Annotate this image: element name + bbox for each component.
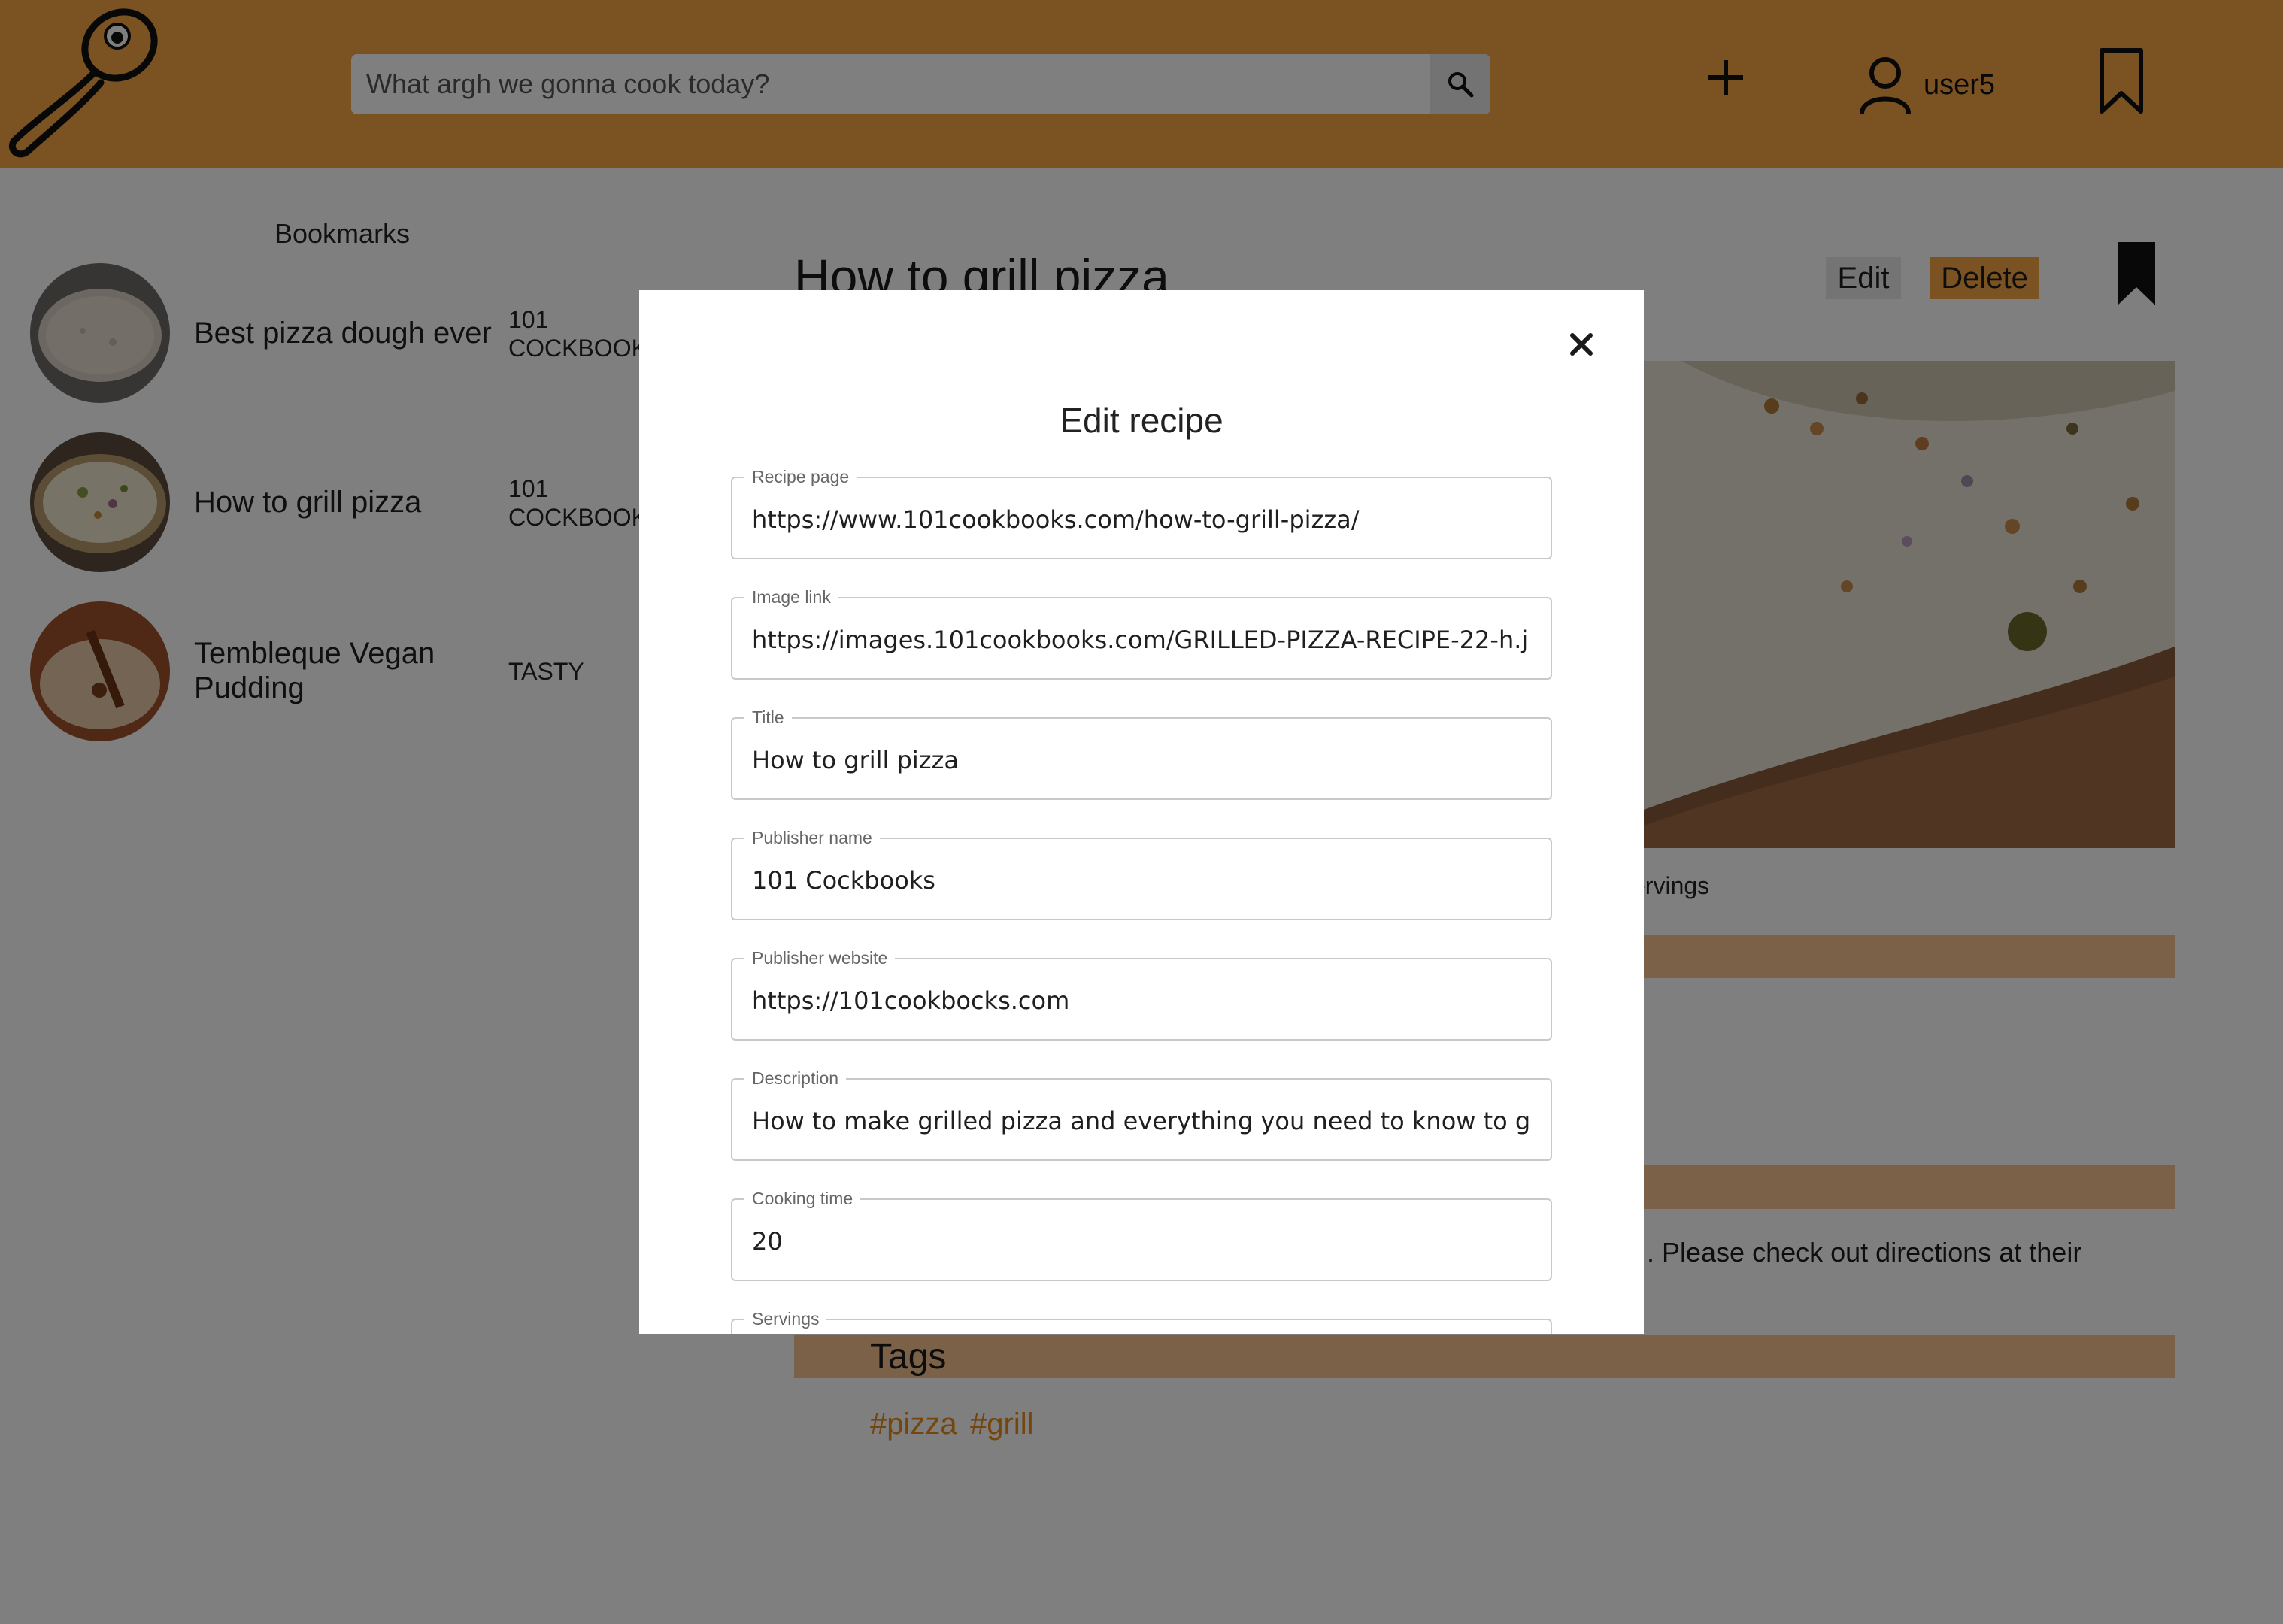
cooking-time-field: Cooking time xyxy=(731,1188,1552,1281)
modal-title: Edit recipe xyxy=(1060,401,1223,440)
title-field: Title xyxy=(731,707,1552,800)
field-label: Publisher name xyxy=(744,827,880,848)
publisher-website-input[interactable] xyxy=(752,985,1530,1017)
description-input[interactable] xyxy=(752,1105,1530,1137)
recipe-page-input[interactable] xyxy=(752,504,1530,535)
field-label: Recipe page xyxy=(744,466,857,487)
servings-field: Servings xyxy=(731,1308,1552,1334)
field-label: Cooking time xyxy=(744,1188,861,1209)
edit-recipe-modal: Edit recipe Recipe page Image link Title… xyxy=(639,290,1644,1334)
image-link-field: Image link xyxy=(731,586,1552,680)
field-label: Publisher website xyxy=(744,947,896,968)
publisher-name-input[interactable] xyxy=(752,865,1530,896)
field-label: Title xyxy=(744,707,792,728)
description-field: Description xyxy=(731,1068,1552,1161)
field-label: Image link xyxy=(744,586,838,607)
field-label: Description xyxy=(744,1068,847,1089)
title-input[interactable] xyxy=(752,744,1530,776)
image-link-input[interactable] xyxy=(752,624,1530,656)
publisher-website-field: Publisher website xyxy=(731,947,1552,1041)
field-label: Servings xyxy=(744,1308,827,1329)
recipe-page-field: Recipe page xyxy=(731,466,1552,559)
cooking-time-input[interactable] xyxy=(752,1226,1530,1257)
publisher-name-field: Publisher name xyxy=(731,827,1552,920)
close-icon[interactable] xyxy=(1566,329,1596,359)
